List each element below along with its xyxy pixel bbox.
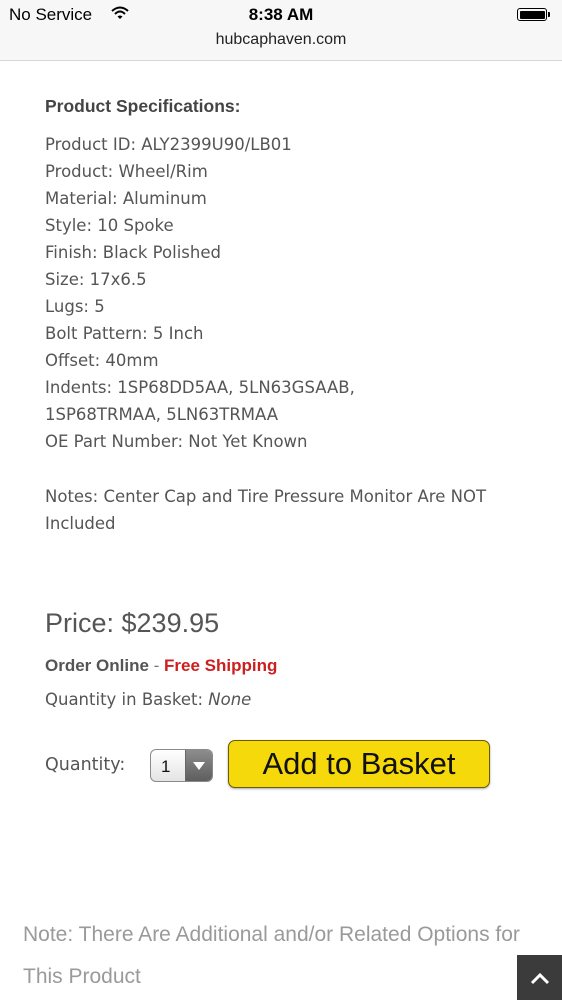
spec-item: Product: Wheel/Rim bbox=[45, 162, 208, 181]
specifications-list: Product ID: ALY2399U90/LB01 Product: Whe… bbox=[45, 131, 355, 455]
spec-item: Product ID: ALY2399U90/LB01 bbox=[45, 135, 292, 154]
scroll-to-top-button[interactable] bbox=[517, 955, 562, 1000]
battery-icon bbox=[517, 8, 547, 21]
order-online-label: Order Online bbox=[45, 656, 149, 675]
product-price: Price: $239.95 bbox=[45, 608, 220, 638]
chevron-down-icon[interactable] bbox=[185, 750, 212, 781]
quantity-value: 1 bbox=[161, 757, 171, 776]
battery-tip bbox=[548, 12, 550, 17]
status-time: 8:38 AM bbox=[248, 5, 314, 24]
spec-item: Style: 10 Spoke bbox=[45, 216, 174, 235]
quantity-label: Quantity: bbox=[45, 755, 126, 775]
order-separator: - bbox=[148, 656, 165, 675]
basket-quantity-value: None bbox=[208, 690, 252, 709]
quantity-select[interactable]: 1 bbox=[150, 749, 213, 782]
spec-item: Size: 17x6.5 bbox=[45, 270, 147, 289]
url-bar[interactable]: hubcaphaven.com bbox=[0, 31, 562, 49]
spec-item: Offset: 40mm bbox=[45, 351, 159, 370]
spec-item: Material: Aluminum bbox=[45, 189, 207, 208]
order-line: Order Online - Free Shipping bbox=[45, 656, 277, 676]
spec-item: 1SP68TRMAA, 5LN63TRMAA bbox=[45, 405, 279, 424]
browser-status-bar: No Service 8:38 AM hubcaphaven.com bbox=[0, 0, 562, 61]
basket-quantity: Quantity in Basket: None bbox=[45, 690, 251, 709]
chevron-up-icon bbox=[530, 972, 549, 984]
related-options-note[interactable]: Note: There Are Additional and/or Relate… bbox=[23, 914, 523, 998]
product-notes: Notes: Center Cap and Tire Pressure Moni… bbox=[45, 487, 487, 533]
spec-item: Lugs: 5 bbox=[45, 297, 105, 316]
spec-item: OE Part Number: Not Yet Known bbox=[45, 432, 308, 451]
basket-quantity-label: Quantity in Basket: bbox=[45, 690, 209, 709]
spec-item: Finish: Black Polished bbox=[45, 243, 221, 262]
free-shipping-label: Free Shipping bbox=[164, 656, 278, 675]
specifications-heading: Product Specifications: bbox=[45, 96, 241, 116]
add-to-basket-button[interactable]: Add to Basket bbox=[228, 740, 490, 788]
spec-item: Indents: 1SP68DD5AA, 5LN63GSAAB, bbox=[45, 378, 355, 397]
spec-item: Bolt Pattern: 5 Inch bbox=[45, 324, 204, 343]
